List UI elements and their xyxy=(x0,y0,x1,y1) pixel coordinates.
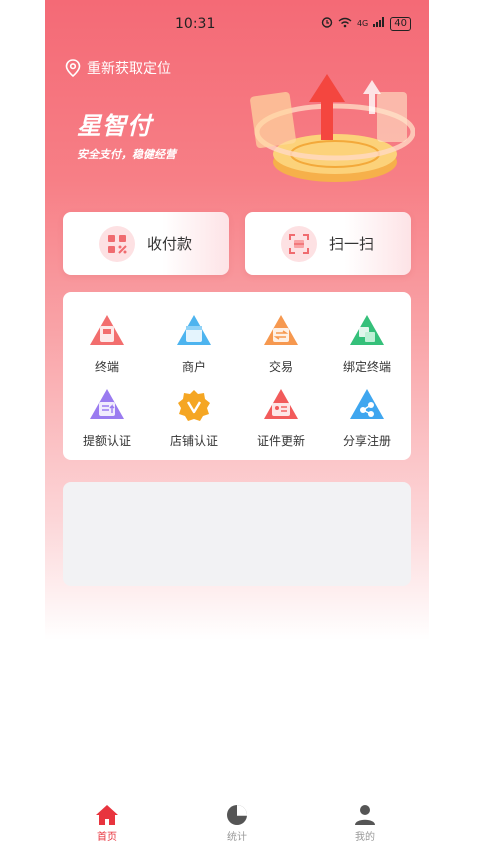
tab-statistics[interactable]: 统计 xyxy=(207,804,267,843)
brand-title: 星智付 xyxy=(77,112,152,140)
grid-item-label: 交易 xyxy=(268,360,293,374)
tab-mine[interactable]: 我的 xyxy=(335,804,395,843)
scan-label: 扫一扫 xyxy=(329,235,375,253)
share-register-icon xyxy=(350,389,384,419)
bind-terminal-icon xyxy=(350,315,384,345)
user-icon xyxy=(355,805,375,825)
status-bar: 10:31 4G 40 xyxy=(45,0,429,50)
grid-item-transaction[interactable]: 交易 xyxy=(241,312,321,375)
merchant-icon xyxy=(177,315,211,345)
grid-item-label: 证件更新 xyxy=(256,434,305,448)
grid-item-shop-certify[interactable]: 店铺认证 xyxy=(154,386,234,449)
transaction-icon xyxy=(264,315,298,345)
scan-icon xyxy=(281,225,317,262)
grid-item-label: 终端 xyxy=(94,360,119,374)
grid-item-merchant[interactable]: 商户 xyxy=(154,312,234,375)
home-icon xyxy=(96,805,118,825)
qr-pay-icon xyxy=(99,225,135,262)
id-update-icon xyxy=(264,389,298,419)
shop-certify-icon xyxy=(178,390,210,421)
grid-item-terminal[interactable]: 终端 xyxy=(67,312,147,375)
pie-chart-icon xyxy=(227,805,247,825)
tab-label: 首页 xyxy=(97,832,117,843)
alarm-icon xyxy=(321,16,333,31)
grid-item-label: 商户 xyxy=(181,360,206,374)
status-icons: 4G 40 xyxy=(321,16,411,31)
grid-item-label: 分享注册 xyxy=(342,434,391,448)
grid-item-share-register[interactable]: 分享注册 xyxy=(327,386,407,449)
tab-home[interactable]: 首页 xyxy=(77,804,137,843)
signal-icon xyxy=(373,17,385,30)
grid-item-bind-terminal[interactable]: 绑定终端 xyxy=(327,312,407,375)
grid-item-limit-certify[interactable]: 提额认证 xyxy=(67,386,147,449)
relocate-button[interactable]: 重新获取定位 xyxy=(65,58,171,78)
coin-arrow-illustration xyxy=(250,74,415,182)
pay-receive-button[interactable]: 收付款 xyxy=(63,212,229,275)
grid-item-label: 店铺认证 xyxy=(169,434,218,448)
banner-area[interactable] xyxy=(63,482,411,586)
grid-item-label: 绑定终端 xyxy=(342,360,391,374)
bottom-tab-bar: 首页 统计 我的 xyxy=(45,798,429,850)
grid-item-label: 提额认证 xyxy=(82,434,131,448)
wifi-icon xyxy=(338,17,352,31)
limit-certify-icon xyxy=(90,389,124,419)
battery-indicator: 40 xyxy=(390,16,411,31)
location-pin-icon xyxy=(65,59,81,77)
function-grid: 终端 商户 交易 绑定终端 提额认证 店铺认证 证件更新 分享注册 xyxy=(63,292,411,460)
pay-receive-label: 收付款 xyxy=(147,235,193,253)
terminal-icon xyxy=(90,315,124,345)
status-time: 10:31 xyxy=(175,16,216,32)
tab-label: 我的 xyxy=(355,832,375,843)
app-screen: 10:31 4G 40 重新获取定位 星智付 安全支付，稳健经营 收付款 扫一扫… xyxy=(45,0,429,850)
brand-subtitle: 安全支付，稳健经营 xyxy=(77,148,176,161)
scan-button[interactable]: 扫一扫 xyxy=(245,212,411,275)
tab-label: 统计 xyxy=(227,832,247,843)
relocate-label: 重新获取定位 xyxy=(87,61,171,77)
grid-item-id-update[interactable]: 证件更新 xyxy=(241,386,321,449)
signal-label: 4G xyxy=(356,19,369,28)
